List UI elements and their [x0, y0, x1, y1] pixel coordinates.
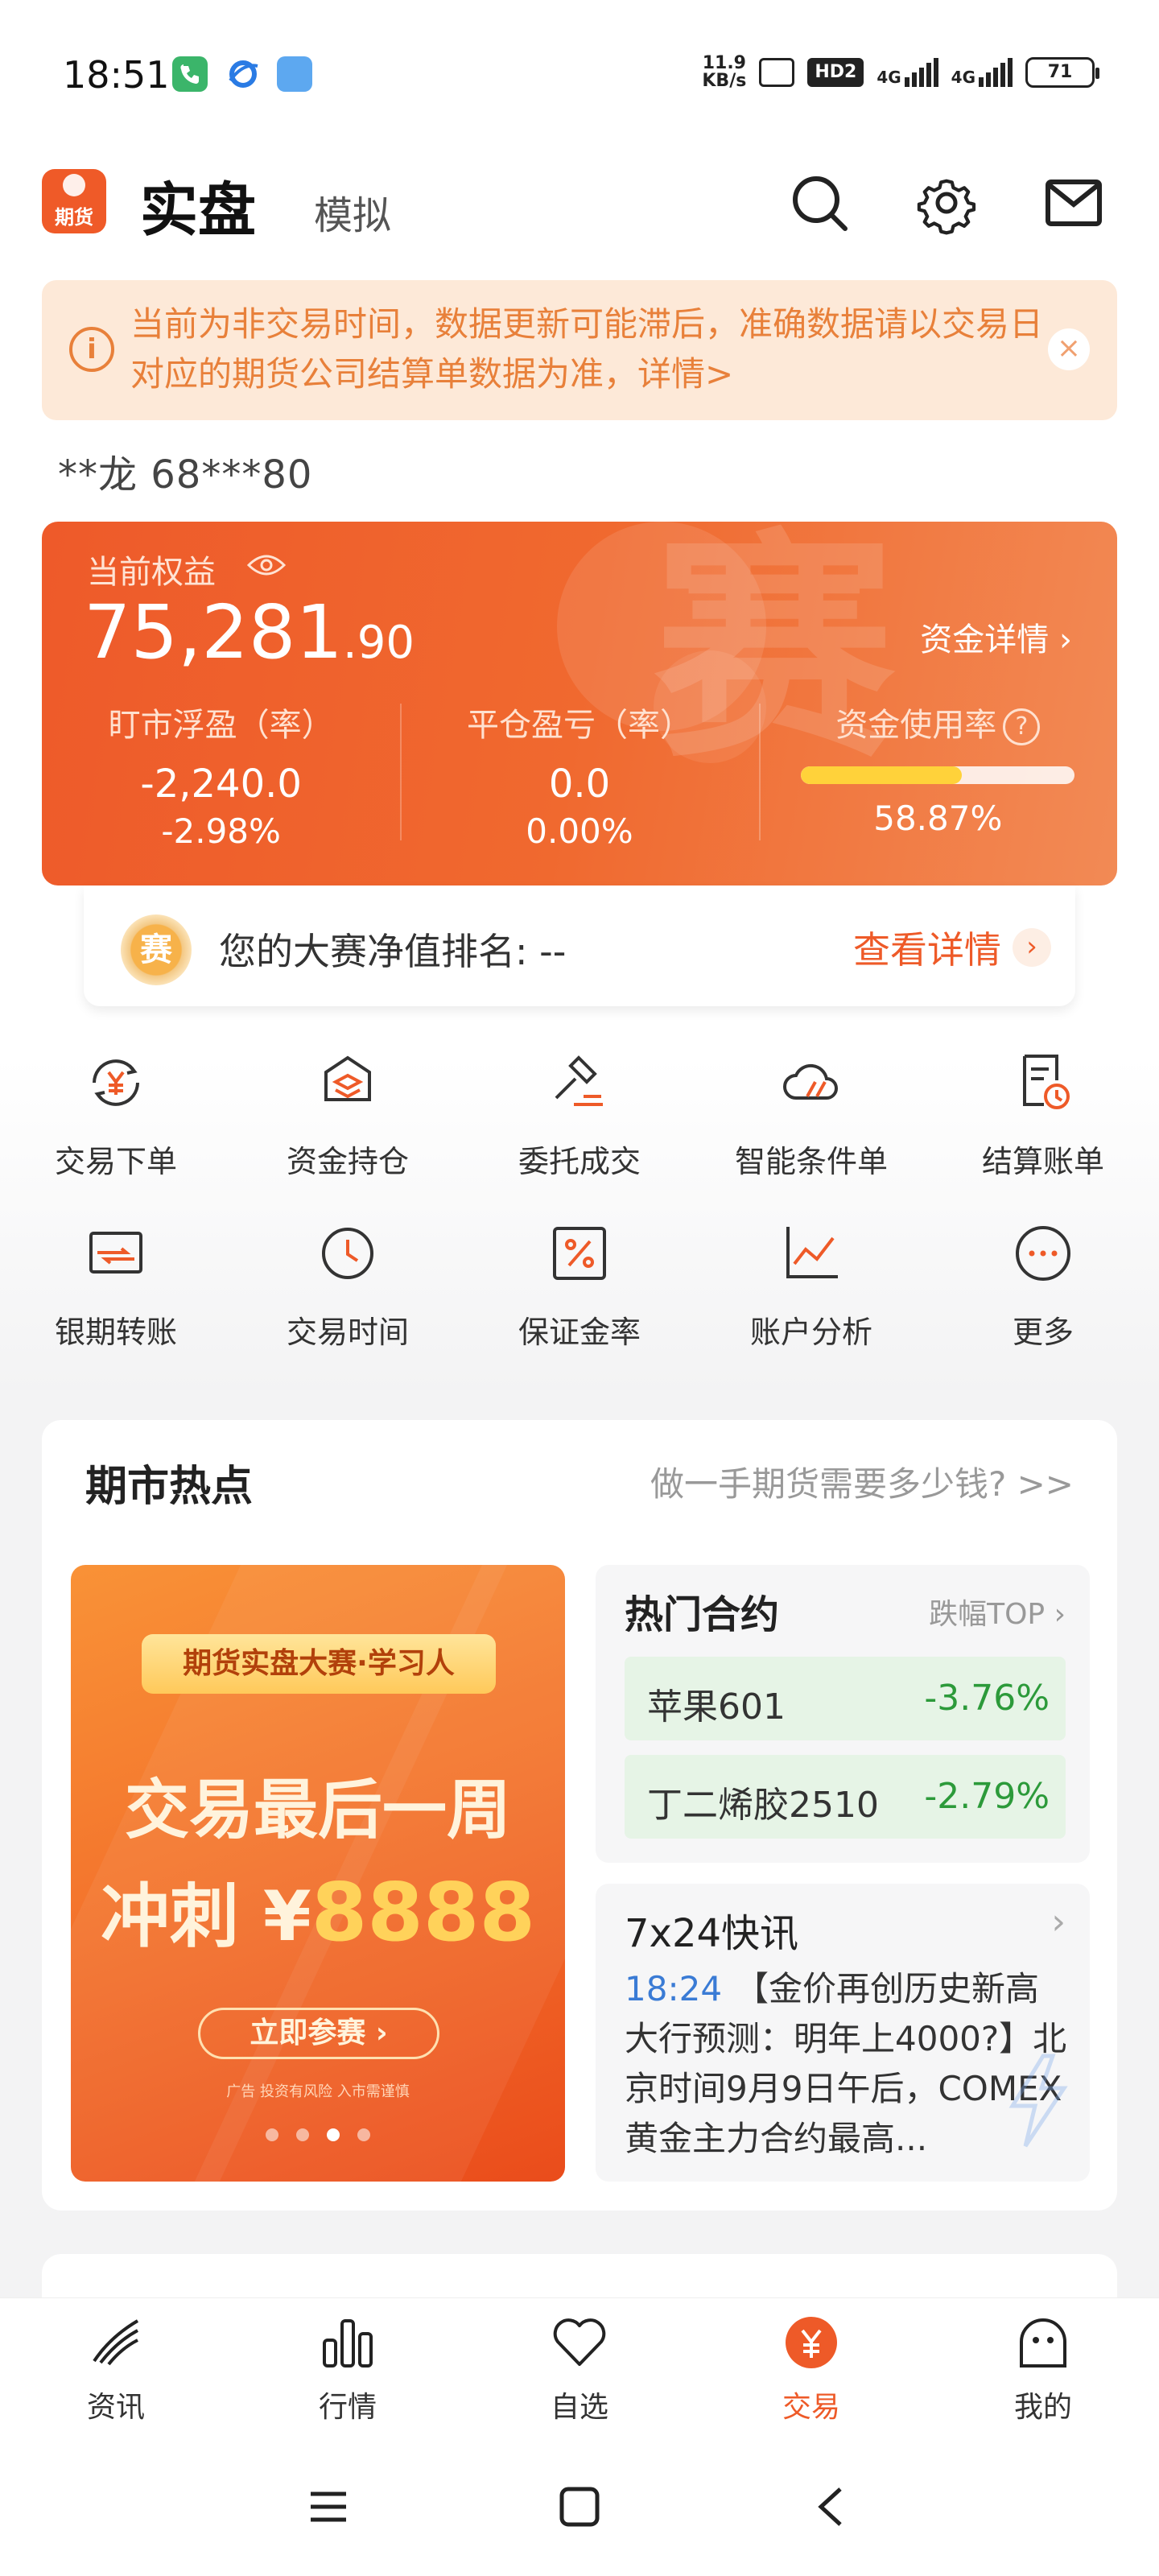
status-indicators: 11.9 KB/s HD2 4G 4G 71 — [702, 53, 1099, 91]
banner-headline: 交易最后一周 — [125, 1773, 511, 1847]
back-icon[interactable] — [808, 2483, 856, 2531]
more-icon — [1016, 1226, 1070, 1281]
banner-tag: 期货实盘大赛·学习人 — [142, 1634, 496, 1694]
fund-detail-link[interactable]: 资金详情 › — [920, 613, 1072, 660]
battery-icon: 71 — [1025, 57, 1099, 88]
usage-bar — [801, 766, 1075, 784]
shortcut-bank-transfer[interactable]: 银期转账 — [0, 1217, 232, 1352]
bars-icon — [323, 2319, 373, 2368]
tab-watchlist[interactable]: 自选 — [464, 2313, 695, 2425]
rank-text: 您的大赛净值排名: -- — [219, 930, 567, 973]
search-icon[interactable] — [787, 171, 852, 235]
bill-clock-icon — [1023, 1055, 1070, 1109]
lightning-icon — [1008, 2054, 1068, 2148]
chevron-right-icon: › — [1013, 928, 1051, 967]
line-chart-icon — [786, 1227, 838, 1278]
info-icon: i — [69, 327, 114, 372]
card-title: 7x24快讯 — [625, 1911, 799, 1956]
card-transfer-icon — [89, 1232, 142, 1274]
percent-icon — [553, 1227, 606, 1280]
floating-pnl: 盯市浮盈（率） -2,240.0 -2.98% — [108, 707, 334, 851]
chevron-right-icon[interactable]: › — [1051, 1901, 1066, 1942]
carousel-dots[interactable] — [71, 2128, 565, 2141]
app-logo: 期货 — [42, 169, 106, 233]
list-item[interactable]: 苹果601 -3.76% — [625, 1657, 1066, 1740]
ad-disclaimer: 广告 投资有风险 入市需谨慎 — [226, 2083, 410, 2100]
signal-sim1-icon: 4G — [876, 58, 938, 87]
usage-bar-fill — [801, 766, 963, 784]
profile-icon — [1020, 2318, 1066, 2368]
hot-contracts-card[interactable]: 热门合约 跌幅TOP › 苹果601 -3.76% 丁二烯胶2510 -2.79… — [596, 1565, 1090, 1863]
menu-icon[interactable] — [304, 2483, 353, 2531]
cloud-icon — [783, 1063, 838, 1100]
card-title: 热门合约 — [625, 1592, 780, 1637]
screen-icon — [759, 58, 795, 87]
decline-top-link[interactable]: 跌幅TOP › — [929, 1591, 1066, 1633]
market-hot-section: 期市热点 做一手期货需要多少钱? >> 期货实盘大赛·学习人 交易最后一周 冲刺… — [42, 1420, 1117, 2211]
signal-sim2-icon: 4G — [951, 58, 1013, 87]
contest-rank-strip[interactable]: 赛 您的大赛净值排名: -- 查看详情 › — [84, 886, 1075, 1006]
tab-market[interactable]: 行情 — [232, 2313, 464, 2425]
close-icon[interactable]: × — [1048, 328, 1090, 370]
shortcut-orders-fills[interactable]: 委托成交 — [464, 1046, 695, 1181]
tab-simulation[interactable]: 模拟 — [314, 184, 391, 240]
news-icon — [93, 2319, 139, 2366]
gavel-icon — [555, 1055, 603, 1106]
join-contest-button[interactable]: 立即参赛 › — [198, 2008, 439, 2059]
status-bar: 18:51 11.9 KB/s HD2 4G 4G 71 — [0, 0, 1159, 153]
weather-icon — [277, 56, 312, 92]
shortcut-smart-conditional[interactable]: 智能条件单 — [695, 1046, 927, 1181]
tab-trade[interactable]: 交易 — [695, 2313, 927, 2425]
home-icon[interactable] — [555, 2483, 604, 2531]
list-item[interactable]: 丁二烯胶2510 -2.79% — [625, 1755, 1066, 1839]
gear-icon[interactable] — [914, 171, 979, 235]
equity-label: 当前权益 — [87, 554, 216, 591]
shortcut-account-analysis[interactable]: 账户分析 — [695, 1217, 927, 1352]
banner-prize: 冲刺 ¥8888 — [100, 1865, 536, 1959]
bottom-tab-bar: 资讯 行情 自选 交易 我的 — [0, 2297, 1159, 2434]
yen-cycle-icon — [93, 1059, 139, 1106]
phone-icon — [172, 56, 208, 92]
medal-icon: 赛 — [121, 914, 192, 985]
shortcut-more[interactable]: 更多 — [927, 1217, 1159, 1352]
shortcut-place-order[interactable]: 交易下单 — [0, 1046, 232, 1181]
help-icon[interactable]: ? — [1003, 708, 1041, 745]
tab-news[interactable]: 资讯 — [0, 2313, 232, 2425]
non-trading-notice[interactable]: i 当前为非交易时间，数据更新可能滞后，准确数据请以交易日对应的期货公司结算单数… — [42, 280, 1117, 420]
equity-card: 赛 当前权益 75,281.90 资金详情 › 盯市浮盈（率） -2,240.0… — [42, 522, 1117, 886]
shortcut-settlement-bill[interactable]: 结算账单 — [927, 1046, 1159, 1181]
stack-icon — [324, 1055, 371, 1101]
equity-stats: 盯市浮盈（率） -2,240.0 -2.98% 平仓盈亏（率） 0.0 0.00… — [42, 696, 1117, 857]
news-flash-card[interactable]: 7x24快讯 › 18:24 【金价再创历史新高 大行预测：明年上4000?】北京… — [596, 1884, 1090, 2182]
shortcut-positions[interactable]: 资金持仓 — [232, 1046, 464, 1181]
fund-usage: 资金使用率? 58.87% — [758, 696, 1117, 857]
mail-icon[interactable] — [1041, 171, 1106, 235]
heart-icon — [553, 2318, 606, 2366]
net-speed: 11.9 KB/s — [702, 53, 747, 91]
view-details-link[interactable]: 查看详情 › — [853, 921, 1051, 974]
eye-icon[interactable] — [246, 552, 287, 578]
account-id: **龙 68***80 — [58, 452, 313, 497]
browser-icon — [225, 56, 261, 92]
shortcut-trading-hours[interactable]: 交易时间 — [232, 1217, 464, 1352]
system-navigation-bar — [0, 2434, 1159, 2576]
notice-text[interactable]: 当前为非交易时间，数据更新可能滞后，准确数据请以交易日对应的期货公司结算单数据为… — [130, 299, 1048, 399]
equity-value: 75,281.90 — [84, 589, 415, 675]
tab-real-trading[interactable]: 实盘 — [140, 163, 256, 247]
closed-pnl: 平仓盈亏（率） 0.0 0.00% — [400, 696, 758, 857]
shortcut-margin-rate[interactable]: 保证金率 — [464, 1217, 695, 1352]
trade-yen-icon — [786, 2317, 837, 2368]
hd-badge: HD2 — [807, 58, 864, 87]
status-time: 18:51 — [63, 53, 170, 97]
clock-icon — [322, 1228, 373, 1279]
tab-profile[interactable]: 我的 — [927, 2313, 1159, 2425]
contest-banner[interactable]: 期货实盘大赛·学习人 交易最后一周 冲刺 ¥8888 立即参赛 › 广告 投资有… — [71, 1565, 565, 2182]
app-header: 期货 实盘 模拟 — [0, 153, 1159, 274]
cost-per-lot-link[interactable]: 做一手期货需要多少钱? >> — [650, 1457, 1074, 1506]
section-title: 期市热点 — [85, 1463, 254, 1511]
